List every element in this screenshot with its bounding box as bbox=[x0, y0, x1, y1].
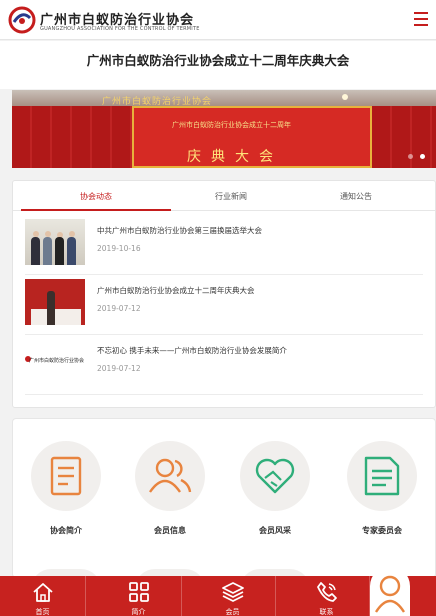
news-card: 协会动态 行业新闻 通知公告 中共广州市白蚁防治行业协会第三届换届选举大会 20… bbox=[12, 180, 436, 408]
function-label: 协会简介 bbox=[50, 526, 82, 535]
news-item[interactable]: 广州市白蚁防治行业协会 不忘初心 携手未来——广州市白蚁防治行业协会发展简介 2… bbox=[25, 339, 423, 395]
nav-label: 联系 bbox=[319, 608, 334, 616]
function-experts[interactable]: 专家委员会 bbox=[344, 441, 420, 536]
nav-home[interactable]: 首页 bbox=[0, 576, 86, 616]
news-item[interactable]: 中共广州市白蚁防治行业协会第三届换届选举大会 2019-10-16 bbox=[25, 219, 423, 275]
nav-label: 会员 bbox=[225, 608, 240, 616]
news-title: 不忘初心 携手未来——广州市白蚁防治行业协会发展简介 bbox=[97, 346, 287, 355]
home-icon bbox=[33, 583, 53, 602]
members-icon bbox=[149, 458, 192, 493]
ceiling-lamp bbox=[342, 94, 348, 100]
layers-icon bbox=[222, 582, 244, 602]
thumbnail-logo-text: 广州市白蚁防治行业协会 bbox=[29, 358, 85, 364]
news-title: 广州市白蚁防治行业协会成立十二周年庆典大会 bbox=[97, 286, 255, 295]
carousel-dot-1[interactable] bbox=[408, 154, 413, 159]
site-logo[interactable]: 广州市白蚁防治行业协会 GUANGZHOU ASSOCIATION FOR TH… bbox=[8, 6, 199, 36]
carousel-dot-2[interactable] bbox=[420, 154, 425, 159]
news-thumbnail: 广州市白蚁防治行业协会 bbox=[25, 339, 85, 385]
title-bar: 广州市白蚁防治行业协会成立十二周年庆典大会 bbox=[0, 41, 436, 89]
banner-mid-text: 广州市白蚁防治行业协会成立十二周年 bbox=[172, 121, 291, 129]
page-title: 广州市白蚁防治行业协会成立十二周年庆典大会 bbox=[86, 53, 350, 68]
banner-big-text: 庆典大会 bbox=[187, 149, 283, 165]
logo-emblem-icon bbox=[8, 6, 36, 34]
nav-members[interactable]: 会员 bbox=[190, 576, 276, 616]
news-thumbnail bbox=[25, 279, 85, 325]
function-grid: 协会简介 会员信息 会员风采 专家委员会 bbox=[12, 418, 436, 589]
news-title: 中共广州市白蚁防治行业协会第三届换届选举大会 bbox=[97, 226, 262, 235]
function-gallery[interactable]: 会员风采 bbox=[237, 441, 313, 536]
floating-service-button[interactable] bbox=[370, 566, 410, 616]
news-tabs: 协会动态 行业新闻 通知公告 bbox=[13, 181, 435, 211]
nav-label: 简介 bbox=[131, 608, 146, 616]
nav-about[interactable]: 简介 bbox=[96, 576, 182, 616]
phone-icon bbox=[317, 582, 337, 602]
function-label: 会员风采 bbox=[259, 526, 291, 535]
news-item[interactable]: 广州市白蚁防治行业协会成立十二周年庆典大会 2019-07-12 bbox=[25, 279, 423, 335]
news-date: 2019-10-16 bbox=[97, 244, 141, 253]
function-label: 专家委员会 bbox=[362, 526, 402, 535]
news-date: 2019-07-12 bbox=[97, 304, 141, 313]
nav-contact[interactable]: 联系 bbox=[284, 576, 370, 616]
tab-industry-news[interactable]: 行业新闻 bbox=[171, 181, 291, 211]
banner-carousel[interactable]: 广州市白蚁防治行业协会 广州市白蚁防治行业协会成立十二周年 庆典大会 bbox=[12, 90, 436, 168]
function-about[interactable]: 协会简介 bbox=[28, 441, 104, 536]
news-thumbnail bbox=[25, 219, 85, 265]
function-label: 会员信息 bbox=[154, 526, 186, 535]
handshake-heart-icon bbox=[255, 458, 295, 494]
logo-english-text: GUANGZHOU ASSOCIATION FOR THE CONTROL OF… bbox=[40, 26, 200, 32]
tab-notices[interactable]: 通知公告 bbox=[291, 181, 421, 211]
news-date: 2019-07-12 bbox=[97, 364, 141, 373]
document-icon bbox=[50, 456, 82, 496]
tab-association-news[interactable]: 协会动态 bbox=[21, 181, 171, 211]
expert-document-icon bbox=[364, 456, 400, 496]
function-members[interactable]: 会员信息 bbox=[132, 441, 208, 536]
site-header: 广州市白蚁防治行业协会 GUANGZHOU ASSOCIATION FOR TH… bbox=[0, 0, 436, 40]
nav-label: 首页 bbox=[35, 608, 50, 616]
service-agent-icon bbox=[374, 575, 406, 613]
hamburger-menu-icon[interactable] bbox=[414, 12, 428, 28]
grid-icon bbox=[129, 582, 149, 602]
